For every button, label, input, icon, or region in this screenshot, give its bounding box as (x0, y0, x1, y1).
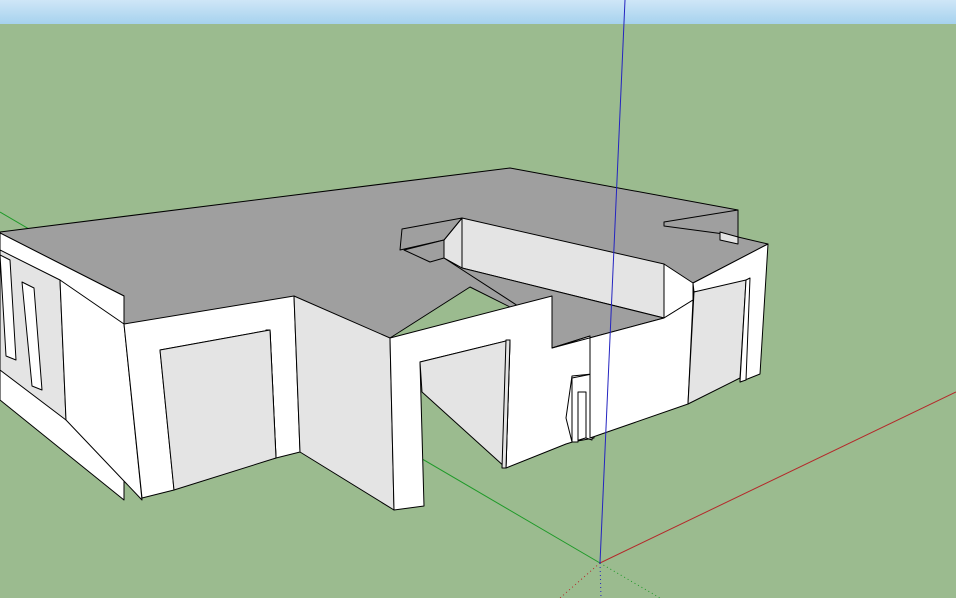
modeling-viewport[interactable] (0, 0, 956, 598)
sky (0, 0, 956, 24)
scene-canvas[interactable] (0, 0, 956, 598)
